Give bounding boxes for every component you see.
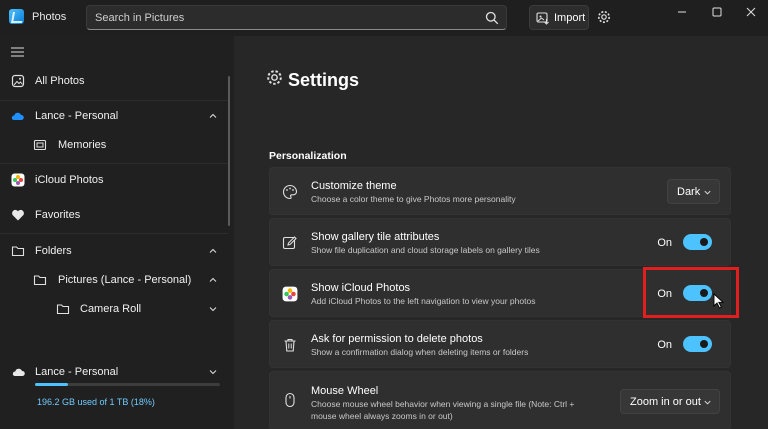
chevron-down-icon <box>704 400 711 405</box>
sidebar-item-memories[interactable]: Memories <box>0 129 228 163</box>
setting-description: Choose a color theme to give Photos more… <box>311 194 516 204</box>
settings-page: Settings Personalization Customize theme… <box>234 36 768 429</box>
chevron-up-icon[interactable] <box>208 111 218 121</box>
onedrive-cloud-icon <box>11 112 24 120</box>
sidebar: All Photos Lance - Personal Memories iCl… <box>0 36 234 429</box>
dropdown-value: Zoom in or out <box>630 396 701 408</box>
sidebar-item-label: Lance - Personal <box>35 110 119 122</box>
sidebar-item-all-photos[interactable]: All Photos <box>0 65 228 99</box>
sidebar-item-icloud-photos[interactable]: iCloud Photos <box>0 164 228 198</box>
sidebar-item-label: Folders <box>35 245 72 257</box>
folder-icon <box>33 275 47 286</box>
sidebar-item-label: Memories <box>58 139 107 151</box>
chevron-down-icon <box>704 190 711 195</box>
mouse-icon <box>285 392 295 408</box>
sidebar-item-label: All Photos <box>35 75 85 87</box>
photos-app-icon <box>9 9 24 24</box>
sidebar-item-label: Pictures (Lance - Personal) <box>58 274 192 286</box>
setting-title: Mouse Wheel <box>311 385 379 397</box>
setting-title: Ask for permission to delete photos <box>311 333 483 345</box>
folder-icon <box>56 304 70 315</box>
account-label: Lance - Personal <box>35 366 119 378</box>
setting-delete-permission: Ask for permission to delete photos Show… <box>269 320 731 368</box>
setting-customize-theme: Customize theme Choose a color theme to … <box>269 167 731 215</box>
highlight-box <box>643 267 739 318</box>
memories-icon <box>33 139 47 151</box>
search-box[interactable]: Search in Pictures <box>86 5 507 30</box>
icloud-icon <box>11 173 25 187</box>
setting-description: Add iCloud Photos to the left navigation… <box>311 296 536 306</box>
chevron-up-icon[interactable] <box>208 246 218 256</box>
sidebar-item-label: Camera Roll <box>80 303 142 315</box>
onedrive-cloud-icon <box>12 368 25 376</box>
import-label: Import <box>554 12 586 24</box>
setting-title: Show iCloud Photos <box>311 282 411 294</box>
chevron-down-icon[interactable] <box>208 367 218 377</box>
setting-title: Customize theme <box>311 180 397 192</box>
storage-bar <box>35 383 220 386</box>
section-title: Personalization <box>269 150 347 162</box>
chevron-up-icon[interactable] <box>208 275 218 285</box>
search-icon[interactable] <box>485 11 499 25</box>
storage-text: 196.2 GB used of 1 TB (18%) <box>37 397 155 407</box>
delete-permission-toggle[interactable] <box>683 336 712 352</box>
folder-icon <box>11 246 25 257</box>
icloud-icon <box>282 286 298 302</box>
setting-gallery-tile-attributes: Show gallery tile attributes Show file d… <box>269 218 731 266</box>
sidebar-scrollbar[interactable] <box>228 76 230 226</box>
gallery-attributes-toggle[interactable] <box>683 234 712 250</box>
setting-title: Show gallery tile attributes <box>311 231 440 243</box>
heart-icon <box>12 209 24 221</box>
page-title: Settings <box>288 70 360 90</box>
title-bar: Photos Search in Pictures Import <box>0 0 768 36</box>
palette-icon <box>282 184 298 200</box>
toggle-state-label: On <box>657 339 672 351</box>
gear-icon[interactable] <box>597 10 611 24</box>
dropdown-value: Dark <box>677 186 701 198</box>
setting-description-line2: mouse wheel always zooms in or out) <box>311 411 453 421</box>
sidebar-item-camera-roll[interactable]: Camera Roll <box>0 293 228 327</box>
storage-bar-fill <box>35 383 69 386</box>
edit-icon <box>282 236 297 250</box>
sidebar-item-favorites[interactable]: Favorites <box>0 199 228 233</box>
maximize-icon[interactable] <box>707 4 727 20</box>
search-input[interactable]: Search in Pictures <box>95 12 184 24</box>
sidebar-item-label: Favorites <box>35 209 81 221</box>
setting-mouse-wheel: Mouse Wheel Choose mouse wheel behavior … <box>269 371 731 429</box>
hamburger-icon[interactable] <box>11 47 24 57</box>
close-icon[interactable] <box>741 4 761 20</box>
app-title: Photos <box>32 11 67 23</box>
trash-icon <box>284 338 296 352</box>
sidebar-item-label: iCloud Photos <box>35 174 104 186</box>
gear-icon <box>267 70 282 85</box>
gallery-icon <box>11 74 25 88</box>
mouse-wheel-dropdown[interactable]: Zoom in or out <box>620 389 720 414</box>
theme-dropdown[interactable]: Dark <box>667 179 720 204</box>
setting-description: Show a confirmation dialog when deleting… <box>311 347 529 357</box>
import-button[interactable]: Import <box>529 5 589 30</box>
minimize-icon[interactable] <box>672 4 692 20</box>
chevron-down-icon[interactable] <box>208 304 218 314</box>
setting-description: Choose mouse wheel behavior when viewing… <box>311 399 575 409</box>
setting-description: Show file duplication and cloud storage … <box>311 245 540 255</box>
mouse-cursor-icon <box>713 293 724 309</box>
import-icon <box>536 12 549 25</box>
toggle-state-label: On <box>657 237 672 249</box>
divider <box>0 233 228 234</box>
